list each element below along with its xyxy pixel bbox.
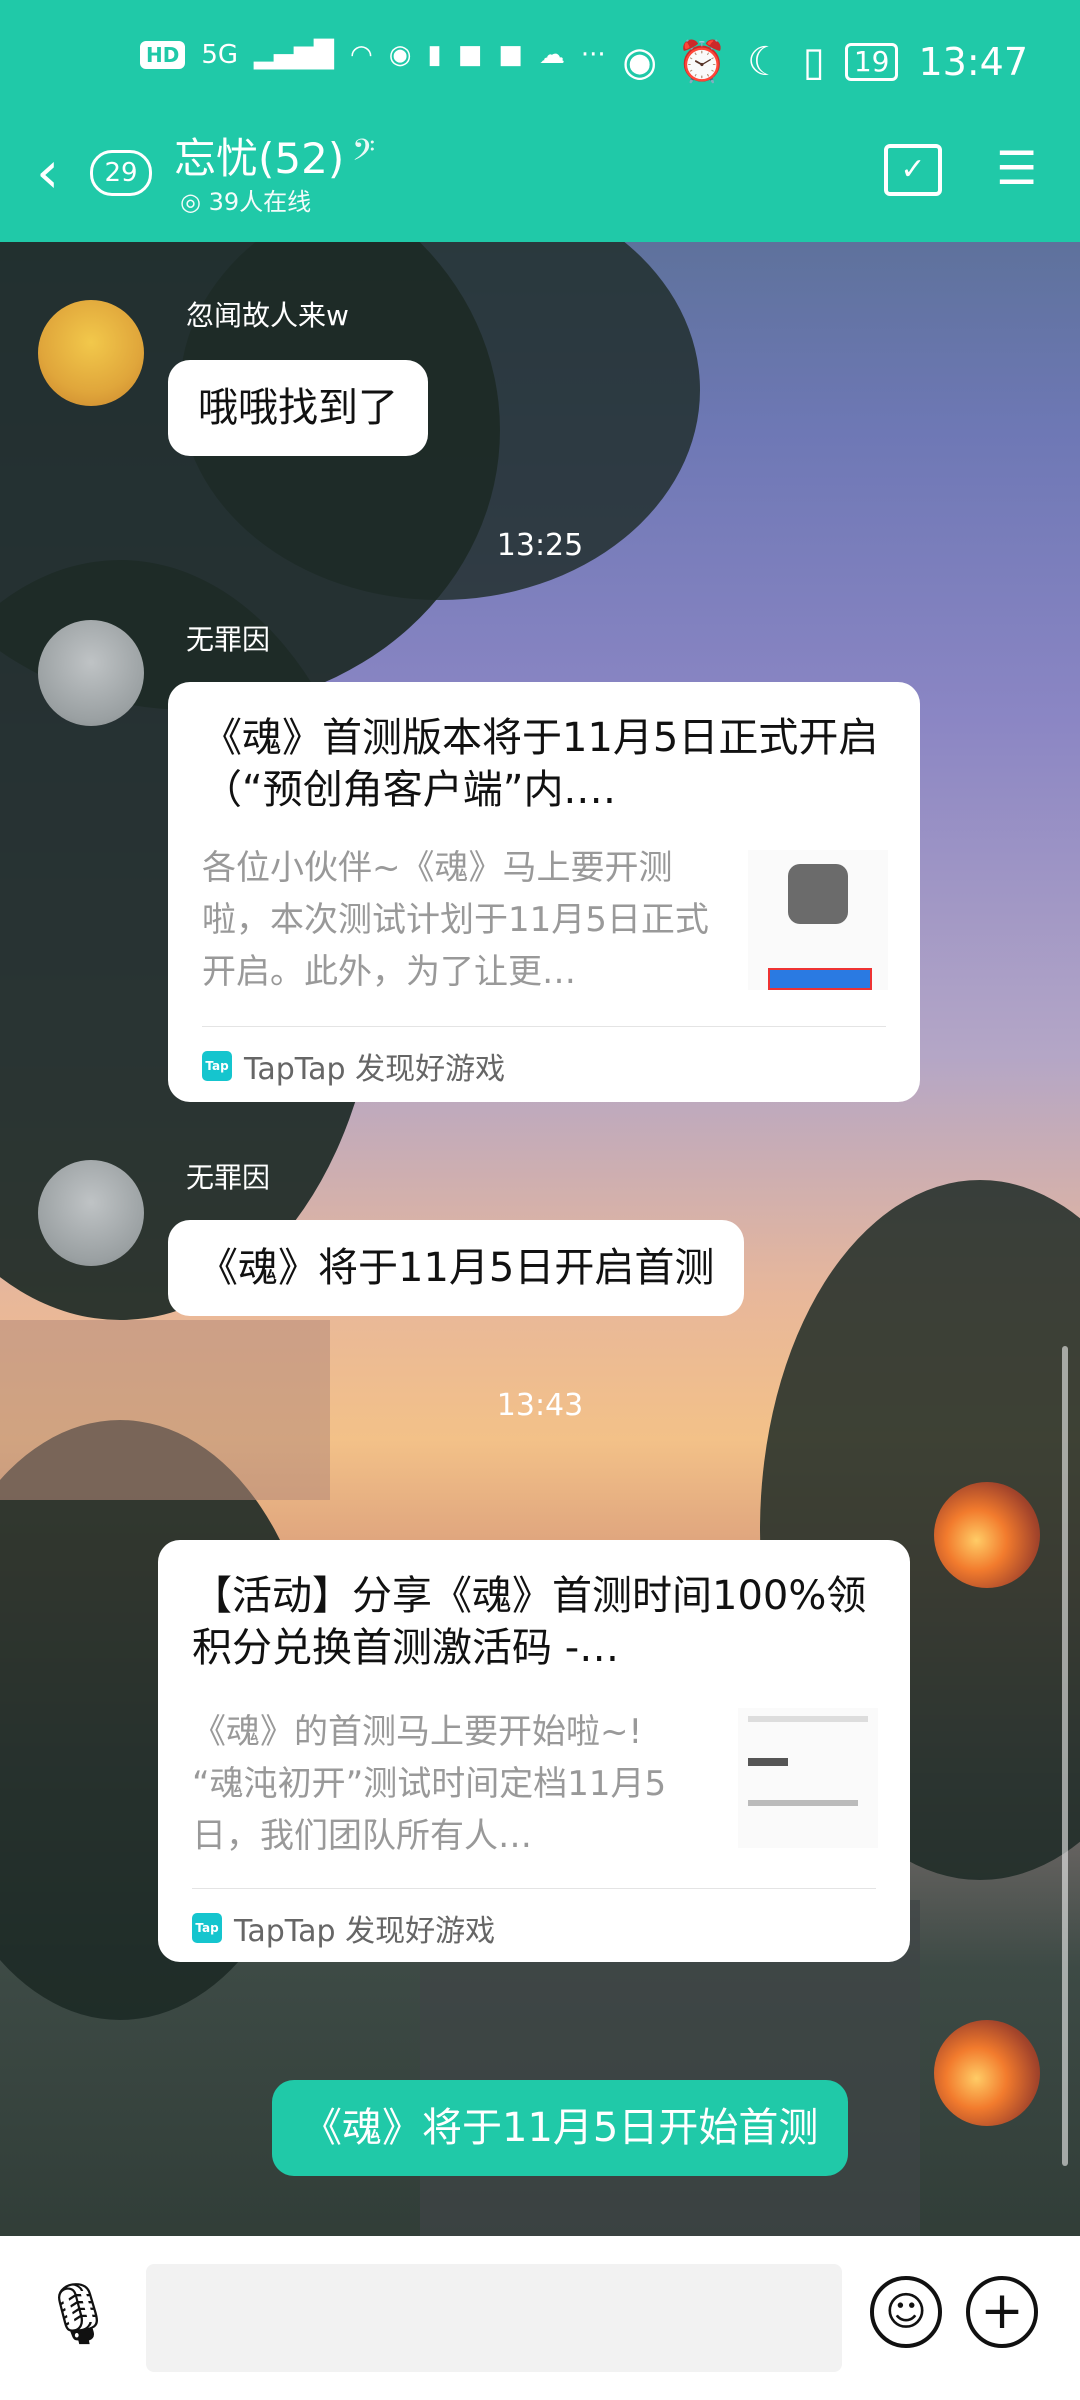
card-thumbnail	[738, 1708, 878, 1848]
avatar[interactable]	[38, 1160, 144, 1266]
emoji-button[interactable]: ☺	[870, 2276, 942, 2348]
sender-name: 无罪因	[186, 623, 271, 656]
clock: 13:47	[918, 39, 1028, 84]
message-bubble[interactable]: 哦哦找到了	[168, 360, 428, 456]
calendar-check-button[interactable]: ✓	[884, 144, 942, 196]
sender-name: 无罪因	[186, 1161, 271, 1194]
alarm-icon: ⏰	[677, 39, 727, 85]
input-bar: 🎙 ☺ +	[0, 2236, 1080, 2400]
message-input[interactable]	[146, 2264, 842, 2372]
card-title: 《魂》首测版本将于11月5日正式开启（“预创角客户端”内.…	[202, 715, 879, 813]
unread-count-badge[interactable]: 29	[90, 150, 152, 196]
avatar[interactable]	[934, 2020, 1040, 2126]
timestamp: 13:25	[496, 528, 584, 563]
thumbnail-line	[748, 1758, 788, 1766]
wifi-icon: ◠	[350, 40, 373, 70]
more-notifications-icon: ···	[580, 40, 606, 70]
card-title: 【活动】分享《魂》首测时间100%领积分兑换首测激活码 -…	[192, 1573, 867, 1671]
card-divider	[192, 1888, 876, 1889]
thumbnail-line	[748, 1716, 868, 1722]
network-5g-icon: 5G	[201, 40, 239, 70]
online-count-text: 39人在线	[208, 188, 312, 216]
add-button[interactable]: +	[966, 2276, 1038, 2348]
message-text: 哦哦找到了	[198, 385, 398, 431]
hd-icon: HD	[140, 41, 186, 69]
link-card[interactable]: 《魂》首测版本将于11月5日正式开启（“预创角客户端”内.… 各位小伙伴~《魂》…	[168, 682, 920, 1102]
menu-button[interactable]: ☰	[996, 140, 1037, 196]
card-divider	[202, 1026, 886, 1027]
eye-comfort-icon: ◉	[622, 38, 658, 85]
group-title[interactable]: 忘忧(52)	[174, 130, 344, 188]
avatar[interactable]	[38, 300, 144, 406]
my-message-bubble[interactable]: 《魂》将于11月5日开始首测	[272, 2080, 849, 2176]
microphone-icon[interactable]: 🎙	[40, 2274, 116, 2354]
card-source: Tap TapTap 发现好游戏	[202, 1044, 505, 1088]
earpiece-mode-icon: 𝄢	[352, 134, 376, 175]
avatar[interactable]	[934, 1482, 1040, 1588]
status-bar: HD 5G ▂▄▆█ ◠ ◉ ▮ ■ ■ ☁ ··· ◉ ⏰ ☾ ▯ 19 13…	[0, 0, 1080, 130]
sender-name: 忽闻故人来w	[186, 299, 349, 332]
wechat-icon: ☁	[538, 40, 565, 70]
vibrate-icon: ▯	[802, 38, 825, 85]
reader-icon: ■	[498, 40, 523, 70]
avatar[interactable]	[38, 620, 144, 726]
back-button[interactable]: ‹	[36, 142, 59, 202]
card-source: Tap TapTap 发现好游戏	[192, 1906, 495, 1950]
message-text: 《魂》将于11月5日开启首测	[198, 1245, 715, 1291]
do-not-disturb-icon: ☾	[746, 38, 783, 85]
scrollbar[interactable]	[1062, 1346, 1068, 2166]
thumbnail-button-shape	[768, 968, 872, 990]
card-thumbnail	[748, 850, 888, 990]
card-source-text: TapTap 发现好游戏	[234, 1914, 496, 1949]
chat-header: ‹ 29 忘忧(52) 𝄢 ◎ 39人在线 ✓ ☰	[0, 120, 1080, 242]
taptap-icon: Tap	[192, 1913, 222, 1943]
timestamp: 13:43	[496, 1388, 584, 1423]
message-text: 《魂》将于11月5日开始首测	[302, 2105, 819, 2151]
battery-saver-icon: ▮	[427, 40, 442, 70]
card-description: 各位小伙伴~《魂》马上要开测啦，本次测试计划于11月5日正式开启。此外，为了让更…	[202, 848, 709, 992]
chat-background	[0, 0, 1080, 2400]
card-description: 《魂》的首测马上要开始啦~! “魂沌初开”测试时间定档11月5日，我们团队所有人…	[192, 1712, 667, 1856]
signal-icon: ▂▄▆█	[254, 40, 335, 70]
weibo-icon: ◉	[388, 40, 412, 70]
card-source-text: TapTap 发现好游戏	[244, 1052, 506, 1087]
message-bubble[interactable]: 《魂》将于11月5日开启首测	[168, 1220, 745, 1316]
online-count[interactable]: ◎ 39人在线	[180, 186, 311, 218]
battery-icon: 19	[844, 42, 899, 81]
thumbnail-line	[748, 1800, 858, 1806]
taobao-icon: ■	[457, 40, 483, 70]
link-card[interactable]: 【活动】分享《魂》首测时间100%领积分兑换首测激活码 -… 《魂》的首测马上要…	[158, 1540, 910, 1962]
taptap-icon: Tap	[202, 1051, 232, 1081]
game-logo-icon	[788, 864, 848, 924]
